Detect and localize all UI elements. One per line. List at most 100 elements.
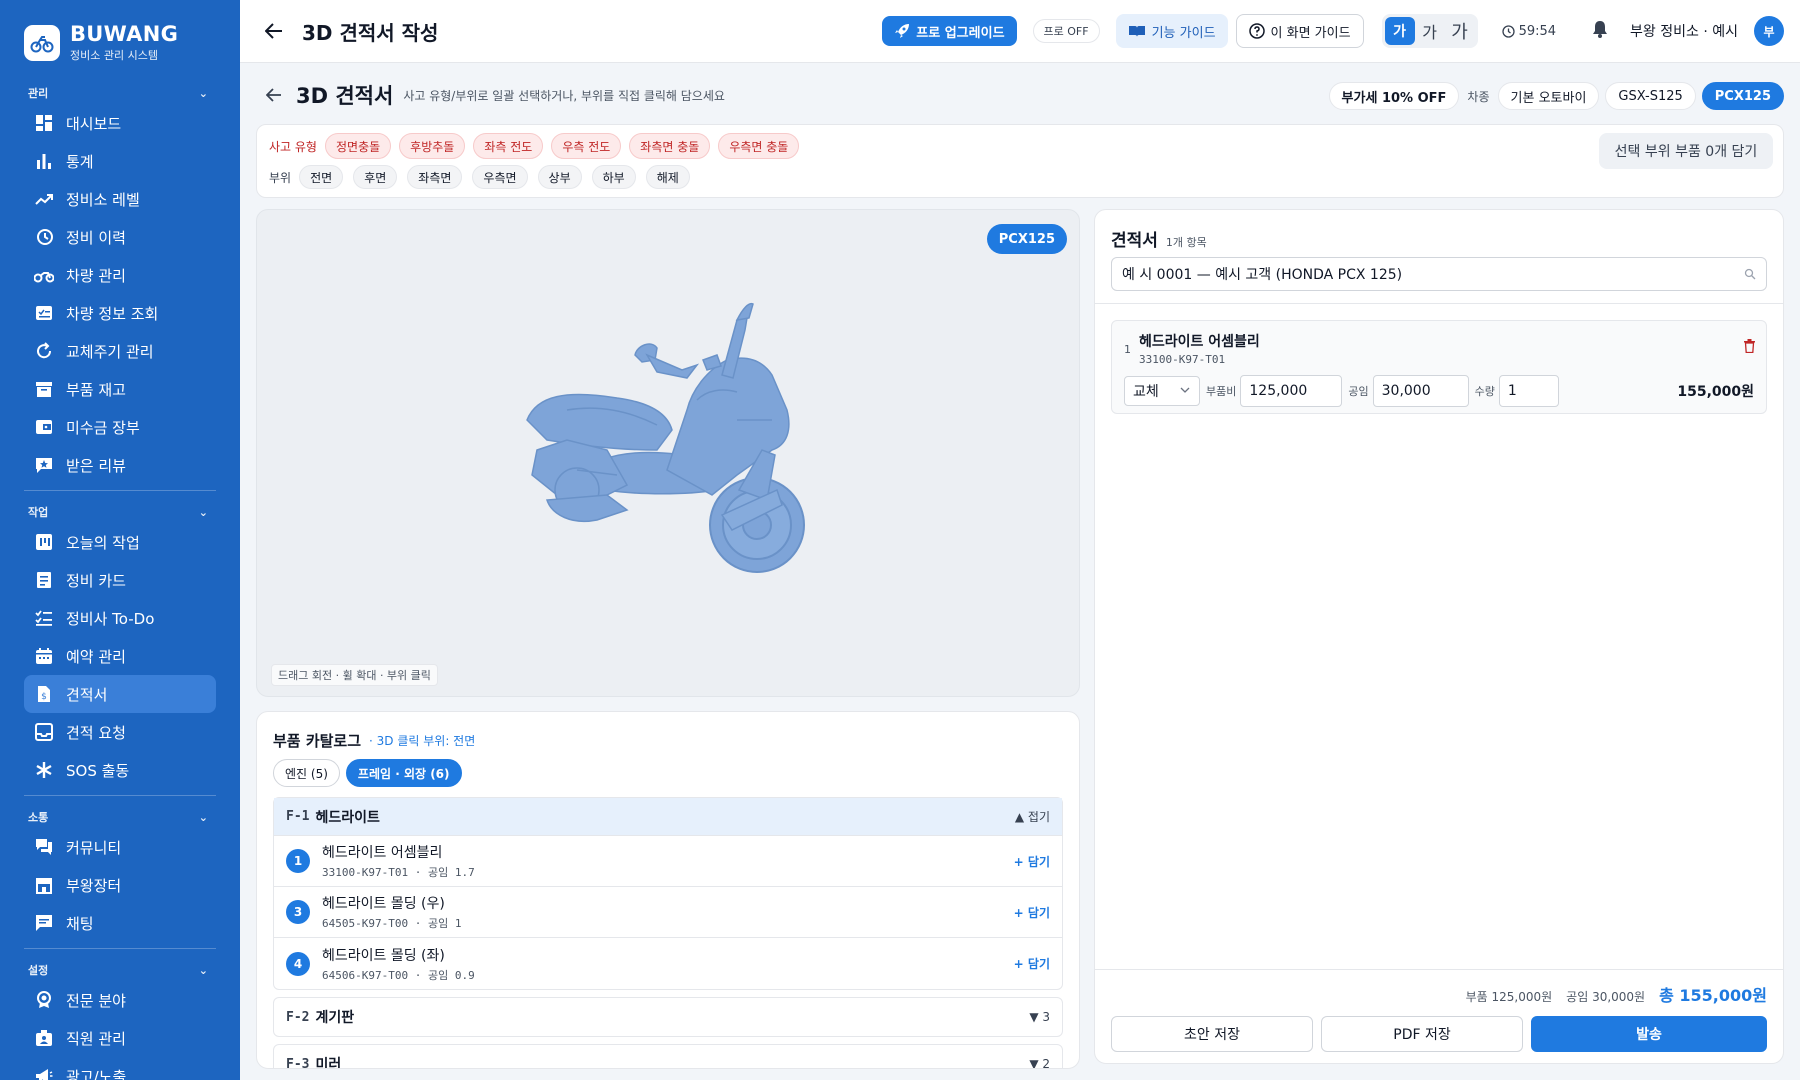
sidebar-item-dashboard[interactable]: 대시보드 — [24, 104, 216, 142]
part-cost-input[interactable]: 125,000 — [1240, 375, 1343, 407]
add-part-button[interactable]: + 담기 — [1014, 955, 1050, 972]
vehicle-chip-pcx[interactable]: PCX125 — [1701, 82, 1784, 110]
sidebar-item-today[interactable]: 오늘의 작업 — [24, 523, 216, 561]
sidebar-item-ads[interactable]: 광고/노출 — [24, 1057, 216, 1080]
store-icon — [34, 875, 54, 895]
sidebar-item-market[interactable]: 부왕장터 — [24, 866, 216, 904]
group-header[interactable]: F-3 미러 ▼ 2 — [274, 1045, 1062, 1069]
quantity-input[interactable]: 1 — [1498, 375, 1559, 407]
sidebar-item-chat[interactable]: 채팅 — [24, 904, 216, 942]
tab-engine[interactable]: 엔진 (5) — [273, 759, 340, 787]
sidebar-item-reviews[interactable]: 받은 리뷰 — [24, 446, 216, 484]
group-code: F-3 — [286, 1056, 310, 1069]
pro-status-pill[interactable]: 프로 OFF — [1032, 19, 1100, 43]
chevron-down-icon: ⌄ — [198, 963, 208, 977]
sidebar-item-vehicles[interactable]: 차량 관리 — [24, 256, 216, 294]
tab-frame-exterior[interactable]: 프레임 · 외장 (6) — [345, 759, 462, 787]
expand-toggle[interactable]: ▼ 2 — [1029, 1057, 1050, 1068]
region-chip-left[interactable]: 좌측면 — [407, 165, 463, 189]
font-size-small[interactable]: 가 — [1384, 17, 1415, 45]
catalog-group-mirror: F-3 미러 ▼ 2 — [273, 1044, 1063, 1069]
scooter-3d-model[interactable] — [507, 300, 867, 630]
page-header-title: 3D 견적서 작성 — [302, 20, 439, 45]
screen-guide-button[interactable]: 이 화면 가이드 — [1235, 14, 1364, 48]
accident-chip-left-side[interactable]: 좌측면 충돌 — [629, 133, 711, 159]
brand[interactable]: BUWANG 정비소 관리 시스템 — [0, 0, 240, 70]
sidebar-item-cards[interactable]: 정비 카드 — [24, 561, 216, 599]
user-name[interactable]: 부왕 정비소 · 예시 — [1630, 21, 1738, 41]
region-chip-right[interactable]: 우측면 — [472, 165, 528, 189]
group-name: 계기판 — [315, 1010, 355, 1026]
region-chip-clear[interactable]: 해제 — [645, 165, 690, 189]
section-communication[interactable]: 소통 ⌄ — [0, 806, 240, 828]
section-settings[interactable]: 설정 ⌄ — [0, 959, 240, 981]
parts-catalog: 부품 카탈로그 · 3D 클릭 부위: 전면 엔진 (5) 프레임 · 외장 (… — [256, 711, 1080, 1069]
sidebar-item-label: 견적 요청 — [66, 723, 126, 742]
send-button[interactable]: 발송 — [1531, 1016, 1767, 1052]
accident-chip-right-fall[interactable]: 우측 전도 — [551, 133, 622, 159]
vehicle-chip-basic[interactable]: 기본 오토바이 — [1497, 82, 1600, 110]
group-header[interactable]: F-1 헤드라이트 ▲ 접기 — [274, 798, 1062, 836]
sidebar-item-history[interactable]: 정비 이력 — [24, 218, 216, 256]
expand-toggle[interactable]: ▼ 3 — [1029, 1010, 1050, 1024]
part-name: 헤드라이트 몰딩 (우) — [322, 896, 445, 912]
sidebar-item-level[interactable]: 정비소 레벨 — [24, 180, 216, 218]
save-pdf-button[interactable]: PDF 저장 — [1321, 1016, 1523, 1052]
vat-toggle-chip[interactable]: 부가세 10% OFF — [1328, 82, 1460, 110]
sidebar-item-label: 차량 정보 조회 — [66, 304, 159, 323]
sidebar-item-receivables[interactable]: 미수금 장부 — [24, 408, 216, 446]
add-selected-parts-button[interactable]: 선택 부위 부품 0개 담기 — [1599, 133, 1773, 169]
accident-chip-rear[interactable]: 후방추돌 — [399, 133, 466, 159]
catalog-group-headlight: F-1 헤드라이트 ▲ 접기 1 헤드라이트 어셈블리 33100-K97-T01… — [273, 797, 1063, 990]
back-arrow-icon[interactable] — [262, 83, 286, 107]
trash-icon[interactable] — [1743, 339, 1756, 357]
sidebar: BUWANG 정비소 관리 시스템 관리 ⌄ 대시보드 통계 정비소 레벨 정비 … — [0, 0, 240, 1080]
region-chip-rear[interactable]: 후면 — [353, 165, 398, 189]
vehicle-chip-gsx[interactable]: GSX-S125 — [1605, 82, 1696, 110]
feature-guide-button[interactable]: 기능 가이드 — [1115, 14, 1228, 48]
3d-viewer[interactable]: PCX125 드래그 회전 · 휠 확대 · 부위 클릭 — [256, 209, 1080, 697]
add-part-button[interactable]: + 담기 — [1014, 853, 1050, 870]
region-chip-top[interactable]: 상부 — [537, 165, 582, 189]
sidebar-item-sos[interactable]: SOS 출동 — [24, 751, 216, 789]
sidebar-item-cycle[interactable]: 교체주기 관리 — [24, 332, 216, 370]
sidebar-item-community[interactable]: 커뮤니티 — [24, 828, 216, 866]
accident-chip-right-side[interactable]: 우측면 충돌 — [718, 133, 800, 159]
pro-upgrade-button[interactable]: 프로 업그레이드 — [882, 16, 1017, 46]
sidebar-item-estimate[interactable]: $ 견적서 — [24, 675, 216, 713]
customer-select[interactable]: 예 시 0001 — 예시 고객 (HONDA PCX 125) — [1111, 257, 1767, 291]
sidebar-item-label: 채팅 — [66, 914, 94, 933]
sidebar-item-staff[interactable]: 직원 관리 — [24, 1019, 216, 1057]
accident-chip-left-fall[interactable]: 좌측 전도 — [473, 133, 544, 159]
work-type-select[interactable]: 교체 — [1124, 376, 1200, 406]
sidebar-item-reservations[interactable]: 예약 관리 — [24, 637, 216, 675]
region-chip-bottom[interactable]: 하부 — [591, 165, 636, 189]
divider — [1095, 303, 1783, 304]
avatar[interactable]: 부 — [1754, 16, 1784, 46]
font-size-medium[interactable]: 가 — [1415, 17, 1445, 45]
labor-cost-input[interactable]: 30,000 — [1372, 375, 1469, 407]
sidebar-item-todo[interactable]: 정비사 To-Do — [24, 599, 216, 637]
chevron-down-icon: ⌄ — [198, 810, 208, 824]
accident-type-row: 사고 유형 정면충돌 후방추돌 좌측 전도 우측 전도 좌측면 충돌 우측면 충… — [269, 133, 807, 159]
region-chip-front[interactable]: 전면 — [299, 165, 344, 189]
font-size-large[interactable]: 가 — [1445, 17, 1475, 45]
feature-guide-label: 기능 가이드 — [1151, 25, 1216, 41]
sidebar-item-stats[interactable]: 통계 — [24, 142, 216, 180]
sidebar-item-label: 미수금 장부 — [66, 418, 140, 437]
section-work[interactable]: 작업 ⌄ — [0, 501, 240, 523]
sidebar-item-inventory[interactable]: 부품 재고 — [24, 370, 216, 408]
group-header[interactable]: F-2 계기판 ▼ 3 — [274, 998, 1062, 1036]
save-draft-button[interactable]: 초안 저장 — [1111, 1016, 1313, 1052]
accident-chip-front[interactable]: 정면충돌 — [324, 133, 392, 159]
sidebar-item-vehicle-lookup[interactable]: 차량 정보 조회 — [24, 294, 216, 332]
archive-icon — [34, 379, 54, 399]
section-manage[interactable]: 관리 ⌄ — [0, 82, 240, 104]
collapse-toggle[interactable]: ▲ 접기 — [1015, 808, 1050, 825]
forum-icon — [34, 837, 54, 857]
sidebar-item-specialty[interactable]: 전문 분야 — [24, 981, 216, 1019]
back-arrow-icon[interactable] — [260, 17, 288, 45]
add-part-button[interactable]: + 담기 — [1014, 904, 1050, 921]
bell-icon[interactable] — [1592, 20, 1608, 42]
sidebar-item-requests[interactable]: 견적 요청 — [24, 713, 216, 751]
